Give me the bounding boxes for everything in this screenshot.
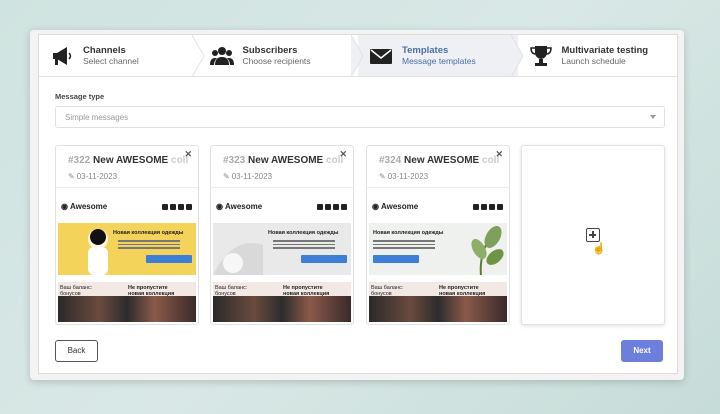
close-icon[interactable]: ✕ [495,149,503,160]
banner-text [273,240,335,250]
social-icons [473,204,503,210]
template-title: #322 New AWESOME coll [68,155,189,166]
banner: Новая коллекция одежды [369,223,507,275]
message-type-value: Simple messages [65,113,129,122]
step-title: Subscribers [242,45,298,56]
promo-row: Ваш баланс: бонусов Не пропустите новая … [369,282,507,322]
close-icon[interactable]: ✕ [339,149,347,160]
spiral-icon: ◉ [61,202,68,211]
banner-button [373,255,419,263]
step-multivariate[interactable]: Multivariate testing Launch schedule [517,35,677,76]
step-divider [191,35,205,77]
message-type-label: Message type [55,92,105,101]
banner-title: Новая коллекция одежды [373,230,444,236]
next-button[interactable]: Next [621,340,663,362]
promo-row: Ваш баланс: бонусов Не пропустите новая … [213,282,351,322]
edit-icon: ✎ [379,172,386,181]
chevron-down-icon [650,115,656,119]
megaphone-icon [53,47,72,65]
template-preview: ◉ Awesome Новая коллекция одежды Ваш бала… [369,192,507,324]
social-icons [317,204,347,210]
brand-logo: ◉ Awesome [216,202,263,211]
step-subtitle: Launch schedule [561,56,626,66]
step-title: Channels [83,45,126,56]
template-date: ✎ 03-11-2023 [68,172,118,181]
users-icon [209,47,234,65]
banner-text [118,240,180,250]
banner-title: Новая коллекция одежды [113,230,184,236]
template-date: ✎ 03-11-2023 [379,172,429,181]
banner: Новая коллекция одежды [58,223,196,275]
promo-photo [213,296,351,322]
close-icon[interactable]: ✕ [184,149,192,160]
template-title: #324 New AWESOME coll [379,155,500,166]
plus-icon [586,228,600,242]
edit-icon: ✎ [223,172,230,181]
step-channels[interactable]: Channels Select channel [39,35,205,77]
step-divider [351,35,364,77]
banner-button [301,255,347,263]
template-card[interactable]: #322 New AWESOME coll ✕ ✎ 03-11-2023 ◉ Awe… [55,145,199,325]
spiral-icon: ◉ [372,202,379,211]
step-subtitle: Choose recipients [242,56,311,66]
wizard-card: Channels Select channel Subscribers Choo… [38,34,678,374]
banner-button [146,255,192,263]
add-template-card[interactable]: ☝ [521,145,665,325]
promo-photo [58,296,196,322]
pointer-cursor-icon: ☝ [592,243,606,255]
envelope-icon [370,49,392,64]
promo-row: Ваш баланс: бонусов Не пропустите новая … [58,282,196,322]
banner: Новая коллекция одежды [213,223,351,275]
step-templates[interactable]: Templates Message templates [358,35,524,77]
step-subtitle: Message templates [402,56,476,66]
step-title: Multivariate testing [561,45,649,56]
template-card[interactable]: #324 New AWESOME coll ✕ ✎ 03-11-2023 ◉ Awe… [366,145,510,325]
template-date: ✎ 03-11-2023 [223,172,273,181]
brand-logo: ◉ Awesome [61,202,108,211]
template-preview: ◉ Awesome Новая коллекция одежды Ваш бала… [58,192,196,324]
step-subscribers[interactable]: Subscribers Choose recipients [198,35,364,77]
plant-image [471,226,504,275]
banner-title: Новая коллекция одежды [268,230,339,236]
spiral-icon: ◉ [216,202,223,211]
promo-photo [369,296,507,322]
back-button[interactable]: Back [55,340,98,362]
step-divider [510,35,524,77]
template-title: #323 New AWESOME coll [223,155,344,166]
decor-image [213,243,263,275]
banner-text [373,240,435,250]
stepper: Channels Select channel Subscribers Choo… [39,35,677,77]
step-title: Templates [402,45,449,56]
template-preview: ◉ Awesome Новая коллекция одежды Ваш бала… [213,192,351,324]
brand-logo: ◉ Awesome [372,202,419,211]
message-type-select[interactable]: Simple messages [55,106,665,128]
trophy-icon [529,46,552,66]
step-subtitle: Select channel [83,56,139,66]
edit-icon: ✎ [68,172,75,181]
social-icons [162,204,192,210]
template-card[interactable]: #323 New AWESOME coll ✕ ✎ 03-11-2023 ◉ Awe… [210,145,354,325]
